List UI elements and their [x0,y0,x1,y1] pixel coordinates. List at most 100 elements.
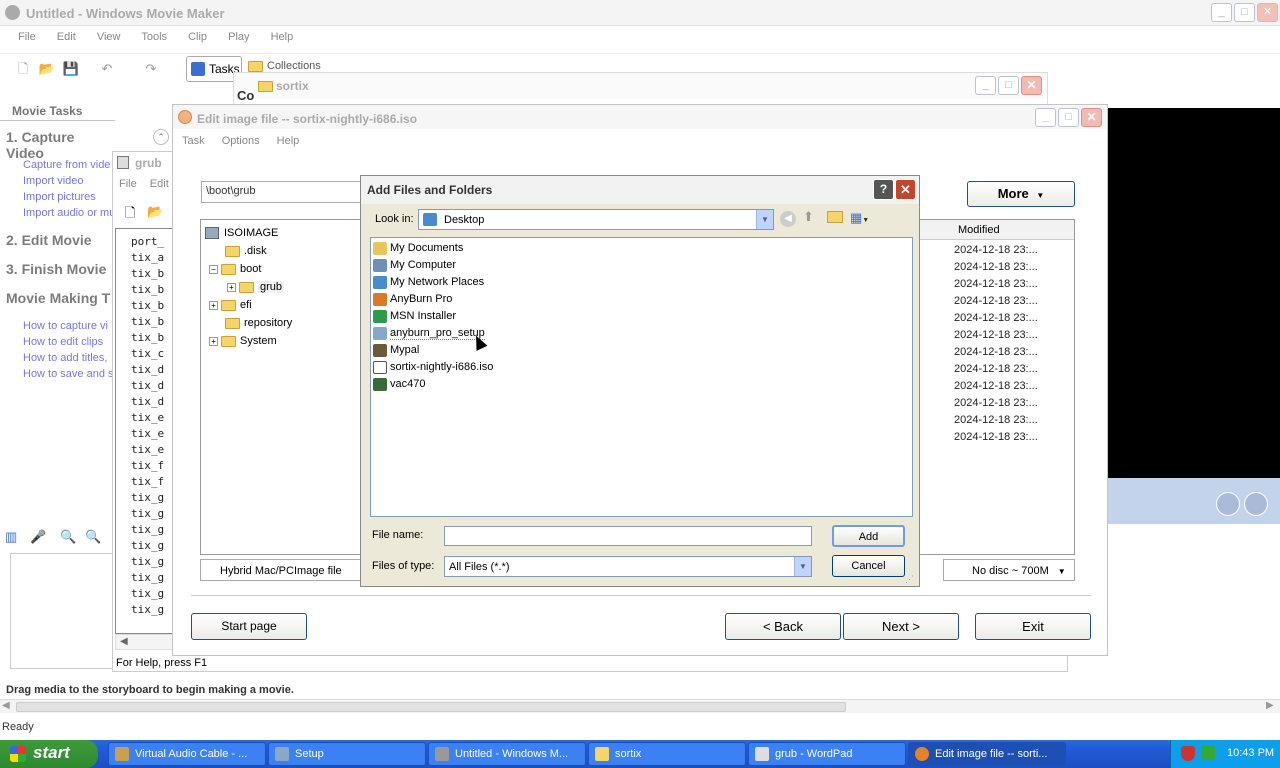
up-folder-icon[interactable]: ⬆ [803,209,814,225]
cancel-button[interactable]: Cancel [832,555,905,577]
wordpad-menu-file[interactable]: File [119,178,137,190]
taskbar-item-sortix[interactable]: sortix [588,742,746,766]
open-project-icon[interactable]: 📂 [36,58,58,80]
redo-icon[interactable]: ↷ [140,58,162,80]
how-to-add-titles-link[interactable]: How to add titles, [23,350,114,366]
menu-play[interactable]: Play [228,31,249,43]
tree-node-system[interactable]: + System [205,332,361,350]
menu-help[interactable]: Help [271,31,294,43]
file-item-my-documents[interactable]: My Documents [373,240,912,257]
start-page-button[interactable]: Start page [191,613,307,640]
taskbar-item-setup[interactable]: Setup [268,742,426,766]
menu-edit[interactable]: Edit [57,31,76,43]
anyburn-menu-task[interactable]: Task [182,135,205,147]
expand-icon[interactable]: + [209,300,218,310]
chevron-down-icon[interactable]: ▼ [794,557,811,576]
back-button[interactable]: < Back [725,613,841,640]
anyburn-maximize-button[interactable]: □ [1058,108,1079,127]
tree-node-isoimage[interactable]: ISOIMAGE [205,224,361,242]
scroll-right-icon[interactable]: ▶ [1266,700,1274,711]
help-button[interactable]: ? [873,179,894,200]
undo-icon[interactable]: ↶ [96,58,118,80]
minimize-button[interactable]: _ [1211,3,1232,22]
file-name-input[interactable] [444,526,812,546]
network-tray-icon[interactable] [1201,746,1215,760]
scroll-thumb[interactable] [16,702,846,712]
storyboard-area[interactable] [10,553,120,669]
more-button[interactable]: More ▼ [967,181,1075,207]
edit-movie-header[interactable]: 2. Edit Movie [6,232,92,248]
how-to-edit-link[interactable]: How to edit clips [23,334,114,350]
wordpad-menu-edit[interactable]: Edit [150,178,169,190]
file-item-network-places[interactable]: My Network Places [373,274,912,291]
dialog-close-button[interactable]: ✕ [895,179,916,200]
wordpad-new-icon[interactable]: 🗋 [125,204,135,226]
look-in-combo[interactable]: Desktop ▼ [418,209,774,230]
wordpad-open-icon[interactable]: 📂 [147,204,163,220]
movie-maker-titlebar[interactable]: Untitled - Windows Movie Maker _ □ ✕ [0,0,1280,26]
sortix-maximize-button[interactable]: □ [998,76,1019,95]
horizontal-scrollbar[interactable]: ◀ ▶ [0,699,1280,713]
file-list-box[interactable]: My Documents My Computer My Network Plac… [370,237,913,517]
add-button[interactable]: Add [832,525,905,547]
iso-tree[interactable]: ISOIMAGE .disk − boot + grub + efi reposito… [200,219,362,555]
security-shield-icon[interactable] [1181,746,1195,761]
anyburn-menu-options[interactable]: Options [222,135,260,147]
back-nav-icon[interactable]: ◀ [780,211,796,227]
taskbar-item-wordpad[interactable]: grub - WordPad [748,742,906,766]
taskbar-item-anyburn[interactable]: Edit image file -- sorti... [908,742,1066,766]
close-button[interactable]: ✕ [1257,3,1278,22]
file-item-anyburn-setup[interactable]: anyburn_pro_setup [373,325,912,342]
file-item-sortix-iso[interactable]: sortix-nightly-i686.iso [373,359,912,376]
taskbar-item-virtual-audio-cable[interactable]: Virtual Audio Cable - ... [108,742,266,766]
tree-node-repository[interactable]: repository [205,314,361,332]
movie-making-tips-header[interactable]: Movie Making T [6,290,110,306]
menu-view[interactable]: View [97,31,121,43]
file-item-msn-installer[interactable]: MSN Installer [373,308,912,325]
start-button[interactable]: start [0,740,98,768]
capture-collapse-icon[interactable]: ⌃ [153,129,169,145]
file-item-vac470[interactable]: vac470 [373,376,912,393]
resize-grip-icon[interactable]: ⋰ [905,574,914,585]
collapse-icon[interactable]: − [209,264,218,274]
new-project-icon[interactable]: 🗋 [12,58,34,80]
finish-movie-header[interactable]: 3. Finish Movie [6,261,106,277]
file-item-mypal[interactable]: Mypal [373,342,912,359]
menu-clip[interactable]: Clip [188,31,207,43]
chevron-down-icon[interactable]: ▼ [756,210,773,229]
modified-column-header[interactable]: Modified [920,220,1074,240]
sortix-minimize-button[interactable]: _ [975,76,996,95]
narrate-icon[interactable]: 🎤 [30,529,46,545]
snapshot-icon[interactable] [1244,492,1268,516]
anyburn-titlebar[interactable]: Edit image file -- sortix-nightly-i686.i… [173,105,1107,129]
sortix-close-button[interactable]: ✕ [1021,76,1042,95]
maximize-button[interactable]: □ [1234,3,1255,22]
exit-button[interactable]: Exit [975,613,1091,640]
path-field[interactable]: \boot\grub [201,181,361,203]
taskbar-item-movie-maker[interactable]: Untitled - Windows M... [428,742,586,766]
wordpad-scroll-left-icon[interactable]: ◀ [120,636,128,647]
tree-node-boot[interactable]: − boot [205,260,361,278]
how-to-capture-link[interactable]: How to capture vi [23,318,114,334]
expand-icon[interactable]: + [227,282,236,292]
file-list[interactable]: Modified 2024-12-18 23:... 2024-12-18 23… [919,219,1075,555]
scroll-left-icon[interactable]: ◀ [2,700,10,711]
expand-icon[interactable]: + [209,336,218,346]
view-menu-icon[interactable]: ▦▼ [850,210,869,226]
wordpad-titlebar[interactable]: grub [113,152,173,174]
collections-button[interactable]: Collections [248,60,321,72]
zoom-out-icon[interactable]: 🔍 [85,529,101,545]
storyboard-view-icon[interactable]: ▥ [5,529,17,545]
split-clip-icon[interactable] [1216,492,1240,516]
tree-node-grub[interactable]: + grub [205,278,361,296]
menu-file[interactable]: File [18,31,36,43]
import-audio-link[interactable]: Import audio or mu [23,205,115,221]
disc-status-box[interactable]: No disc ~ 700M ▼ [943,559,1075,581]
how-to-save-link[interactable]: How to save and s [23,366,114,382]
menu-tools[interactable]: Tools [141,31,167,43]
import-pictures-link[interactable]: Import pictures [23,189,115,205]
dialog-titlebar[interactable]: Add Files and Folders ? ✕ [361,176,919,204]
sortix-titlebar[interactable]: sortix _ □ ✕ [234,73,1047,99]
anyburn-close-button[interactable]: ✕ [1081,108,1102,127]
file-item-my-computer[interactable]: My Computer [373,257,912,274]
